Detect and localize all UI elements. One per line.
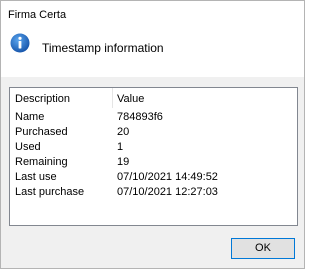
row-value: 07/10/2021 12:27:03: [117, 186, 218, 198]
dialog-header: Timestamp information: [1, 29, 304, 77]
list-row-name[interactable]: Name 784893f6: [10, 111, 297, 126]
list-row-purchased[interactable]: Purchased 20: [10, 126, 297, 141]
list-row-used[interactable]: Used 1: [10, 141, 297, 156]
ok-button[interactable]: OK: [231, 238, 295, 259]
row-value: 1: [117, 141, 124, 153]
dialog-window: Firma Certa Timestamp information Descri…: [0, 0, 305, 269]
list-row-last-use[interactable]: Last use 07/10/2021 14:49:52: [10, 171, 297, 186]
list-row-remaining[interactable]: Remaining 19: [10, 156, 297, 171]
row-description: Last purchase: [15, 186, 85, 198]
timestamp-list[interactable]: Description Value Name 784893f6 Purchase…: [9, 87, 298, 226]
dialog-footer: OK: [1, 231, 304, 268]
content-area: Description Value Name 784893f6 Purchase…: [1, 77, 304, 231]
window-title: Firma Certa: [8, 9, 67, 21]
row-description: Name: [15, 111, 45, 123]
row-value: 20: [117, 126, 130, 138]
column-divider[interactable]: [112, 88, 113, 108]
row-value: 19: [117, 156, 130, 168]
row-description: Used: [15, 141, 41, 153]
list-header: Description Value: [10, 88, 297, 108]
title-bar[interactable]: Firma Certa: [1, 1, 304, 29]
column-header-value[interactable]: Value: [117, 93, 144, 105]
row-value: 784893f6: [117, 111, 163, 123]
row-description: Purchased: [15, 126, 68, 138]
header-message: Timestamp information: [42, 41, 164, 55]
list-row-last-purchase[interactable]: Last purchase 07/10/2021 12:27:03: [10, 186, 297, 201]
row-description: Last use: [15, 171, 57, 183]
row-value: 07/10/2021 14:49:52: [117, 171, 218, 183]
info-icon: [10, 33, 30, 53]
row-description: Remaining: [15, 156, 68, 168]
column-header-description[interactable]: Description: [15, 93, 70, 105]
